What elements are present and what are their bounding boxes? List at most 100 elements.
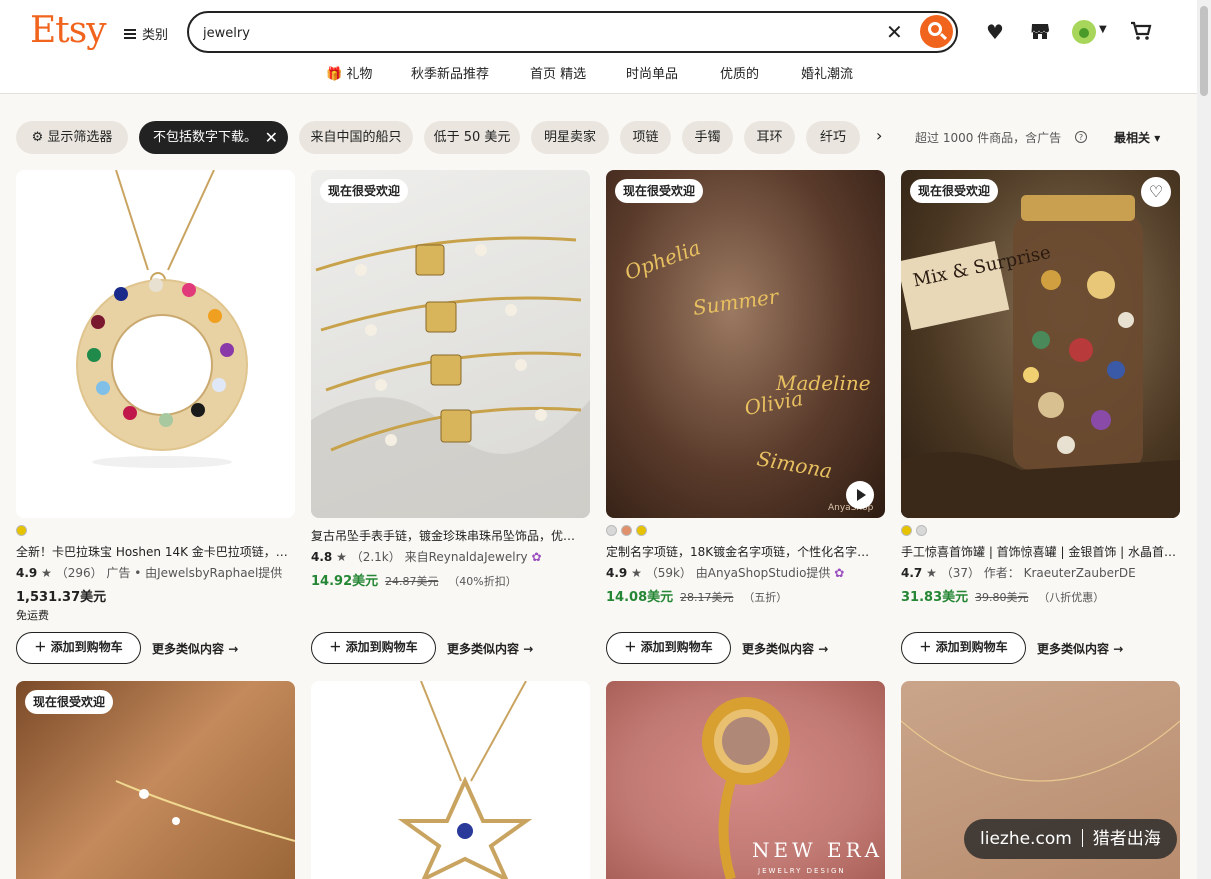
trending-badge: 现在很受欢迎 [25, 690, 114, 714]
shop-name[interactable]: 来自ReynaldaJewelry [405, 550, 528, 564]
listing-image[interactable]: NEW ERA JEWELRY DESIGN [606, 681, 885, 879]
etsy-logo[interactable]: Etsy [30, 10, 107, 51]
listing-image[interactable]: 现在很受欢迎 [311, 170, 590, 518]
nav-item-fashion[interactable]: 时尚单品 [626, 63, 678, 82]
shop-name[interactable]: 作者： KraeuterZauberDE [984, 566, 1136, 580]
shop-store-icon[interactable] [1028, 20, 1052, 44]
more-like-this-link[interactable]: 更多类似内容 → [742, 640, 828, 657]
close-icon[interactable]: ✕ [265, 121, 278, 154]
nav-item-fall[interactable]: 秋季新品推荐 [411, 63, 489, 82]
trending-badge: 现在很受欢迎 [615, 179, 704, 203]
favorites-heart-icon[interactable]: ♥ [983, 20, 1007, 44]
listing-rating: 4.9 ★ （296） 广告 • 由JewelsbyRaphael提供 [16, 566, 283, 580]
search-submit-button[interactable] [920, 15, 953, 48]
add-to-cart-button[interactable]: ＋ 添加到购物车 [16, 632, 141, 664]
filter-chip-earrings[interactable]: 耳环 [744, 121, 795, 154]
price-row: 14.92美元 24.87美元 （40%折扣） [311, 570, 517, 589]
menu-icon [124, 28, 136, 39]
star-icon: ★ [631, 566, 642, 580]
discount-label: （八折优惠） [1038, 591, 1105, 604]
nav-item-premium[interactable]: 优质的 [720, 63, 759, 82]
favorite-heart-icon[interactable]: ♡ [1141, 177, 1171, 207]
sale-price: 14.08美元 [606, 590, 674, 605]
chevron-down-icon[interactable]: ▼ [1099, 24, 1107, 35]
listing-rating: 4.7 ★ （37） 作者： KraeuterZauberDE [901, 566, 1136, 580]
active-filter-chip[interactable]: 不包括数字下载。 ✕ [139, 121, 288, 154]
listing-image[interactable] [16, 170, 295, 518]
star-seller-icon: ✿ [531, 550, 542, 564]
price-row: 1,531.37美元 [16, 586, 106, 605]
filter-chip-ships-from-china[interactable]: 来自中国的船只 [299, 121, 413, 154]
add-to-cart-button[interactable]: ＋ 添加到购物车 [311, 632, 436, 664]
filter-chip-bracelets[interactable]: 手镯 [682, 121, 733, 154]
color-swatches [16, 525, 27, 537]
swatch-silver[interactable] [916, 525, 927, 536]
listing-image[interactable]: 现在很受欢迎 [16, 681, 295, 879]
filter-chip-star-seller[interactable]: 明星卖家 [531, 121, 609, 154]
search-bar: ✕ [187, 11, 958, 53]
trending-badge: 现在很受欢迎 [910, 179, 999, 203]
color-swatches [606, 525, 647, 537]
sort-dropdown[interactable]: 最相关 ▾ [1114, 129, 1160, 146]
filter-chip-necklaces[interactable]: 项链 [620, 121, 671, 154]
site-header: Etsy 类别 ✕ ♥ ▼ 🎁 礼物 秋季新品推荐 首页 精选 时尚单品 优质的… [0, 0, 1197, 94]
swatch-gold[interactable] [16, 525, 27, 536]
results-count: 超过 1000 件商品，含广告 [915, 131, 1062, 145]
listing-title[interactable]: 定制名字项链，18K镀金名字项链，个性化名字… [606, 543, 885, 560]
name-simona: Simona [755, 446, 834, 483]
listing-image[interactable]: Mix & Surprise 现在很受欢迎 ♡ [901, 170, 1180, 518]
listing-rating: 4.8 ★ （2.1k） 来自ReynaldaJewelry ✿ [311, 550, 542, 564]
listing-title[interactable]: 手工惊喜首饰罐 | 首饰惊喜罐 | 金银首饰 | 水晶首… [901, 543, 1180, 560]
listing-title[interactable]: 全新！卡巴拉珠宝 Hoshen 14K 金卡巴拉项链，… [16, 543, 295, 560]
swatch-silver[interactable] [606, 525, 617, 536]
price-row: 31.83美元 39.80美元 （八折优惠） [901, 586, 1104, 605]
nav-item-wedding[interactable]: 婚礼潮流 [801, 63, 853, 82]
more-like-this-link[interactable]: 更多类似内容 → [152, 640, 238, 657]
help-icon[interactable]: ? [1075, 131, 1087, 143]
categories-label: 类别 [142, 28, 169, 43]
gift-icon: 🎁 [326, 67, 343, 82]
price-row: 14.08美元 28.17美元 （五折） [606, 586, 787, 605]
avatar[interactable] [1072, 20, 1096, 44]
color-swatches [901, 525, 927, 537]
page-scrollbar[interactable] [1197, 0, 1211, 879]
listing-title[interactable]: 复古吊坠手表手链，镀金珍珠串珠吊坠饰品，优… [311, 527, 590, 544]
filter-chip-dainty[interactable]: 纤巧 [806, 121, 860, 154]
trending-badge: 现在很受欢迎 [320, 179, 409, 203]
clear-search-icon[interactable]: ✕ [886, 20, 903, 44]
brand-subtext: JEWELRY DESIGN [757, 867, 846, 875]
listing-image[interactable] [311, 681, 590, 879]
listing-image[interactable]: Ophelia Summer Madeline Olivia Simona An… [606, 170, 885, 518]
brand-text: NEW ERA [752, 838, 883, 862]
scrollbar-thumb[interactable] [1200, 6, 1208, 96]
name-summer: Summer [691, 284, 781, 320]
star-icon: ★ [336, 550, 347, 564]
original-price: 24.87美元 [384, 575, 439, 588]
more-like-this-link[interactable]: 更多类似内容 → [1037, 640, 1123, 657]
name-ophelia: Ophelia [622, 235, 704, 284]
nav-item-home[interactable]: 首页 精选 [530, 63, 586, 82]
add-to-cart-button[interactable]: ＋ 添加到购物车 [901, 632, 1026, 664]
categories-button[interactable]: 类别 [124, 24, 168, 43]
play-video-icon[interactable] [846, 481, 874, 509]
sale-price: 14.92美元 [311, 574, 379, 589]
cart-icon[interactable] [1129, 20, 1153, 44]
search-input[interactable] [203, 23, 863, 43]
name-olivia: Olivia [743, 386, 805, 420]
swatch-gold[interactable] [901, 525, 912, 536]
star-seller-icon: ✿ [834, 566, 845, 580]
add-to-cart-button[interactable]: ＋ 添加到购物车 [606, 632, 731, 664]
filter-sliders-icon: ⚙ [31, 130, 44, 145]
shop-name[interactable]: 广告 • 由JewelsbyRaphael提供 [106, 566, 282, 580]
filter-chip-under-50[interactable]: 低于 50 美元 [424, 121, 520, 154]
show-filters-button[interactable]: ⚙ 显示筛选器 [16, 121, 128, 154]
more-like-this-link[interactable]: 更多类似内容 → [447, 640, 533, 657]
nav-item-gifts[interactable]: 🎁 礼物 [326, 63, 372, 82]
swatch-gold[interactable] [636, 525, 647, 536]
star-icon: ★ [926, 566, 937, 580]
chevron-right-icon[interactable]: › [876, 126, 882, 145]
shop-name[interactable]: 由AnyaShopStudio提供 [696, 566, 831, 580]
price: 1,531.37美元 [16, 590, 107, 605]
swatch-rose-gold[interactable] [621, 525, 632, 536]
original-price: 39.80美元 [974, 591, 1029, 604]
